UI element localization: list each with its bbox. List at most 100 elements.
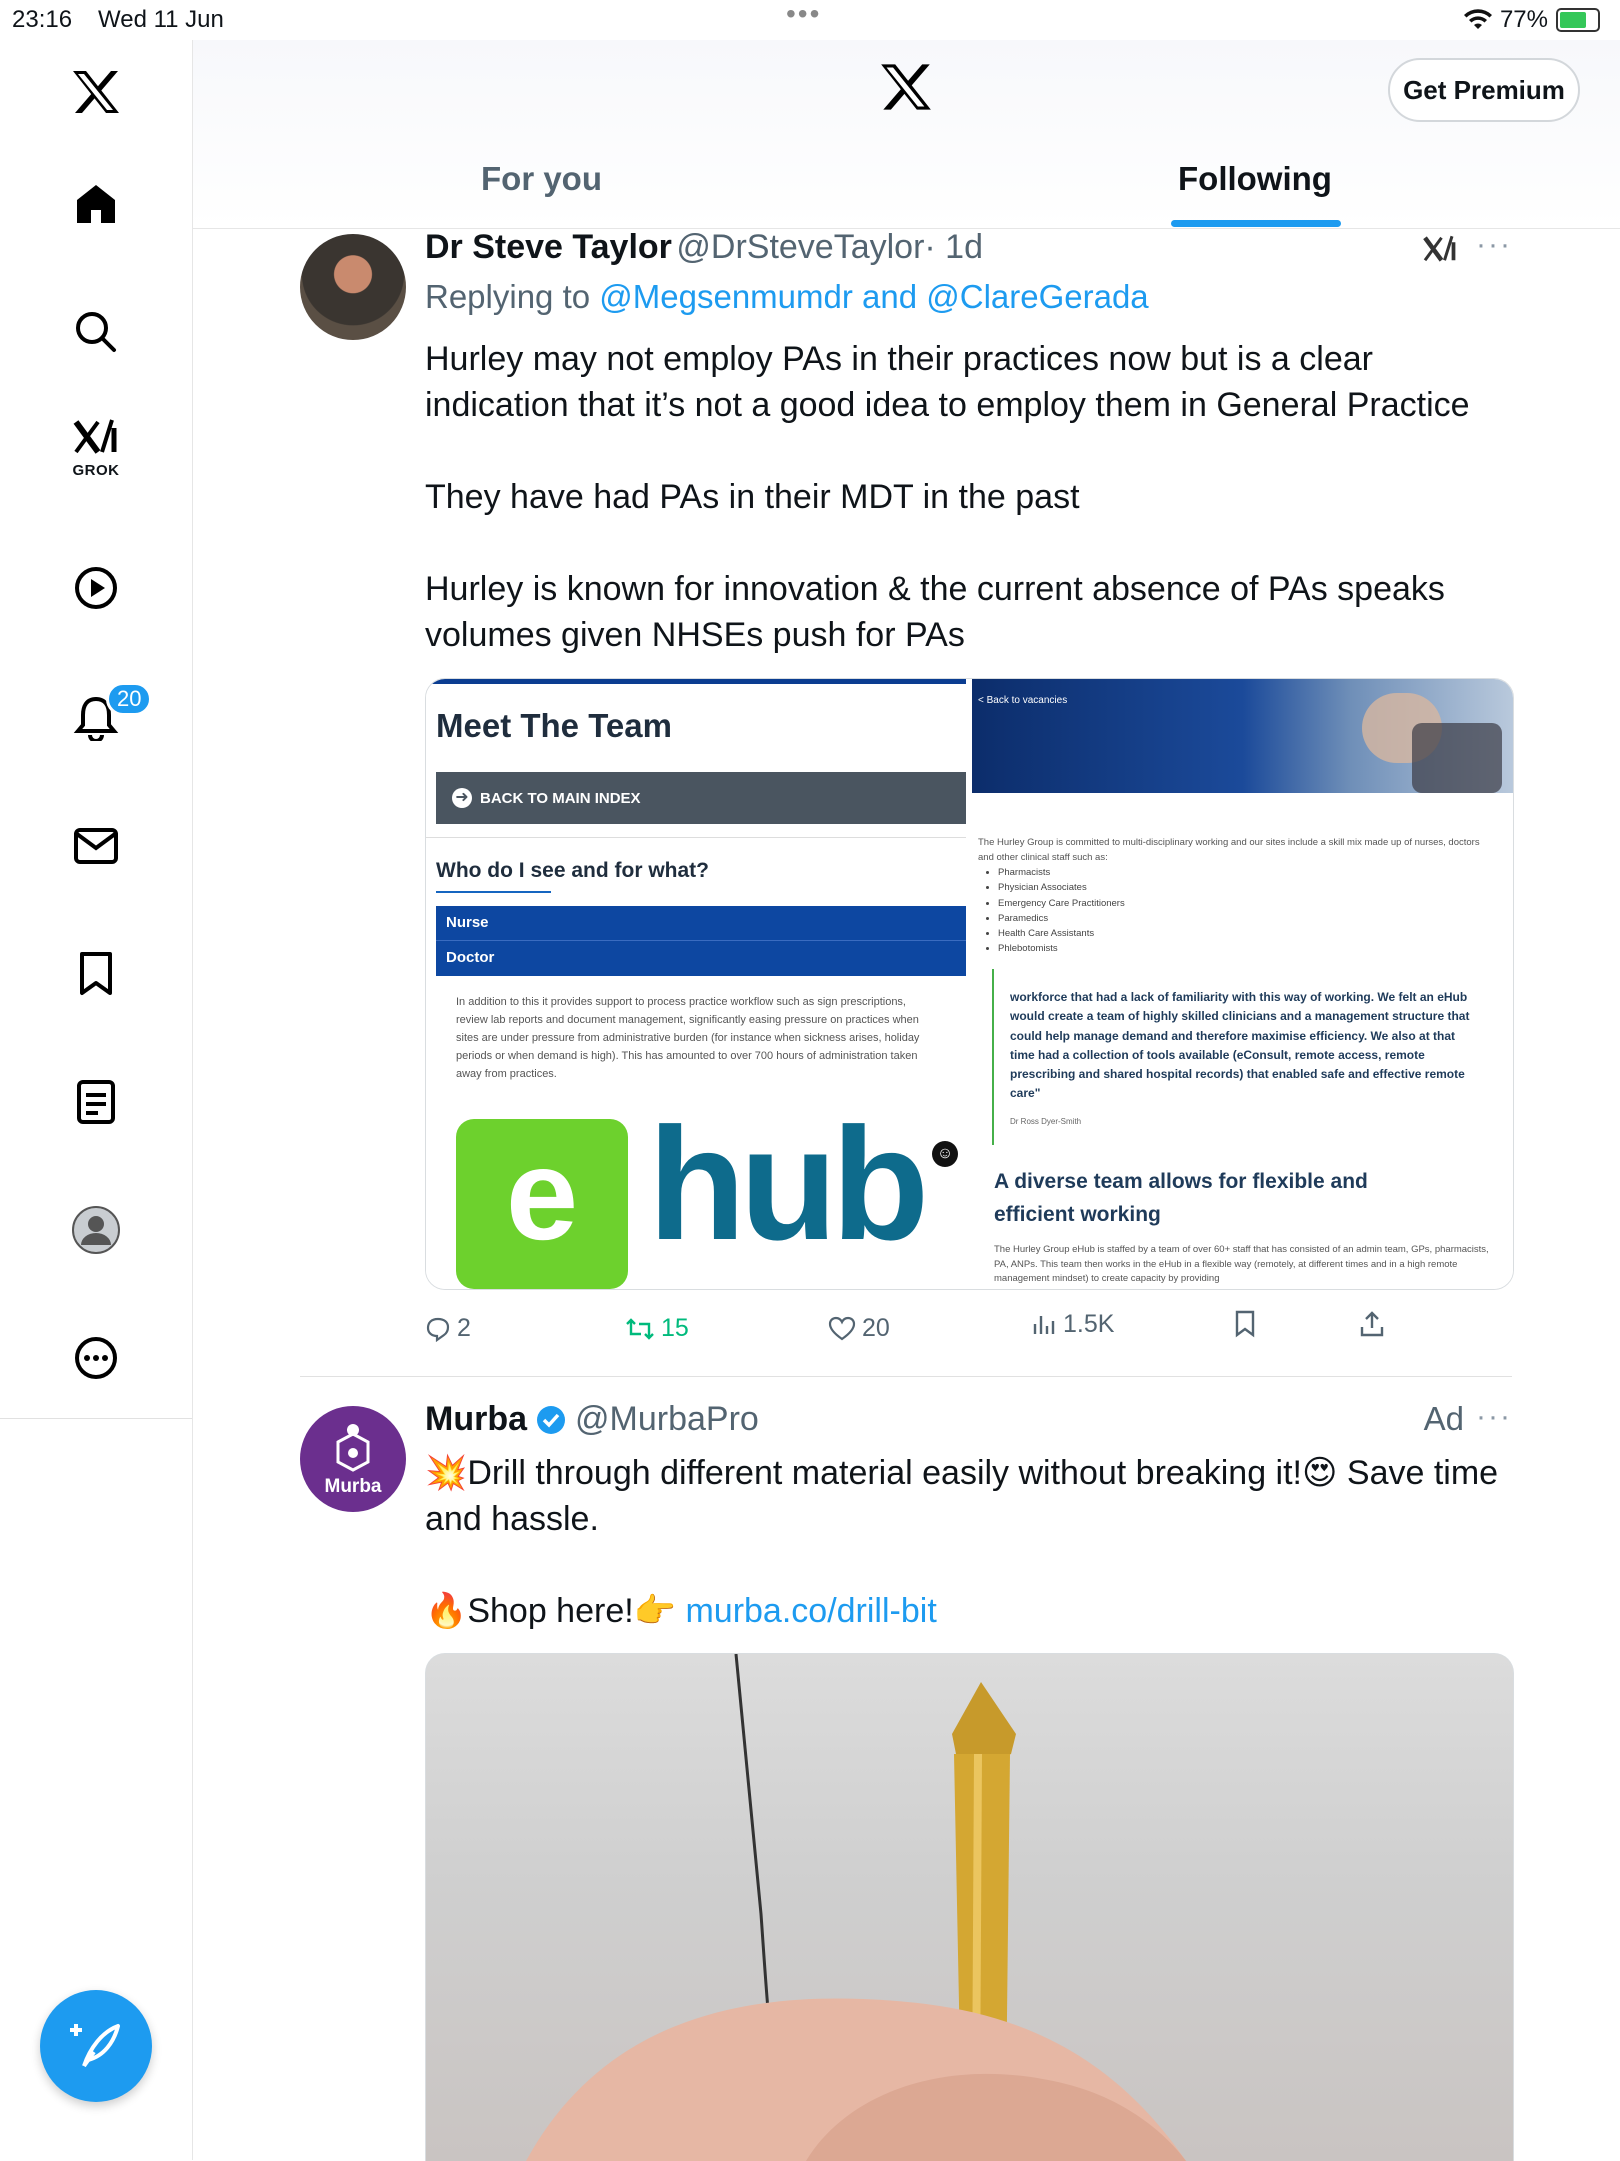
share-button[interactable] — [1359, 1310, 1385, 1338]
sidebar: GROK 20 — [0, 40, 193, 2160]
more-options-icon[interactable]: ··· — [1476, 1400, 1512, 1434]
bookmark-icon — [1235, 1310, 1255, 1338]
image-paragraph: In addition to this it provides support … — [456, 996, 920, 1080]
back-arrow-icon: ➜ — [452, 788, 472, 808]
sidebar-divider — [0, 1418, 192, 1419]
more-icon[interactable] — [66, 1328, 126, 1388]
x-logo-icon[interactable] — [66, 62, 126, 122]
views-icon — [1033, 1315, 1055, 1334]
image-quote-author: Dr Ross Dyer-Smith — [1010, 1117, 1082, 1126]
messages-icon[interactable] — [66, 816, 126, 876]
image-right: < Back to vacancies The Hurley Group is … — [972, 679, 1513, 1289]
tweet-paragraph: They have had PAs in their MDT in the pa… — [425, 478, 1080, 516]
tweet-paragraph: 🔥Shop here!👉 murba.co/drill-bit — [425, 1588, 1512, 1634]
reply-icon — [426, 1317, 450, 1342]
get-premium-button[interactable]: Get Premium — [1388, 58, 1580, 122]
share-icon — [1360, 1311, 1384, 1337]
image-bullet: Emergency Care Practitioners — [998, 896, 1125, 911]
image-banner: < Back to vacancies — [972, 679, 1513, 793]
bookmark-button[interactable] — [1234, 1310, 1256, 1338]
heart-icon — [828, 1316, 856, 1340]
profile-icon[interactable] — [66, 1200, 126, 1260]
view-count: 1.5K — [1063, 1310, 1115, 1338]
video-icon[interactable] — [66, 558, 126, 618]
tweet-header: Dr Steve Taylor @DrSteveTaylor· 1d — [425, 228, 983, 267]
drill-bit-illustration — [526, 1654, 1186, 2161]
active-tab-indicator — [1171, 220, 1341, 227]
home-icon[interactable] — [66, 174, 126, 234]
ad-video[interactable] — [425, 1653, 1514, 2161]
image-footer-text: The Hurley Group eHub is staffed by a te… — [994, 1244, 1489, 1284]
battery-icon — [1556, 8, 1600, 32]
like-button[interactable]: 20 — [828, 1314, 890, 1343]
repost-button[interactable]: 15 — [625, 1314, 689, 1343]
tweet-text: 💥Drill through different material easily… — [425, 1450, 1512, 1634]
more-options-icon[interactable]: ··· — [1476, 228, 1512, 262]
tweet-text: Hurley may not employ PAs in their pract… — [425, 336, 1512, 704]
reply-button[interactable]: 2 — [425, 1314, 471, 1343]
accessibility-icon: ☺ — [932, 1141, 958, 1167]
tweet-actions: 2 15 20 1.5K — [425, 1310, 1425, 1350]
image-role: Nurse — [446, 914, 489, 931]
tweet-separator — [300, 1376, 1512, 1377]
avatar[interactable]: Murba — [300, 1406, 406, 1512]
compose-post-button[interactable] — [40, 1990, 152, 2102]
ad-label: Ad — [1423, 1400, 1464, 1437]
tweet-paragraph: Hurley may not employ PAs in their pract… — [425, 340, 1470, 424]
murba-avatar-label: Murba — [324, 1476, 382, 1497]
x-logo-icon[interactable] — [879, 62, 933, 117]
verified-badge-icon — [537, 1405, 565, 1434]
image-title: Meet The Team — [436, 707, 672, 744]
image-back-button: ➜ BACK TO MAIN INDEX — [436, 772, 966, 824]
image-left: Meet The Team ➜ BACK TO MAIN INDEX Who d… — [426, 679, 966, 1289]
shop-text: 🔥Shop here!👉 — [425, 1592, 686, 1630]
author-name[interactable]: Murba — [425, 1400, 527, 1439]
ehub-logo-e: e — [456, 1119, 628, 1289]
replying-to-link[interactable]: @Megsenmumdr and @ClareGerada — [599, 278, 1148, 315]
status-time: 23:16 — [12, 6, 73, 33]
tweet-time[interactable]: · 1d — [924, 228, 983, 266]
image-bullet: Physician Associates — [998, 880, 1125, 895]
repost-icon — [626, 1317, 654, 1340]
author-name[interactable]: Dr Steve Taylor — [425, 228, 672, 266]
avatar[interactable] — [300, 234, 406, 340]
image-back-label: BACK TO MAIN INDEX — [480, 789, 641, 807]
tweet-paragraph: Hurley is known for innovation & the cur… — [425, 570, 1445, 654]
image-role-list: Nurse Doctor — [436, 906, 966, 976]
like-count: 20 — [862, 1314, 890, 1342]
grok-icon[interactable]: GROK — [66, 419, 126, 484]
views-button[interactable]: 1.5K — [1031, 1310, 1114, 1339]
image-role-bullets: Pharmacists Physician Associates Emergen… — [958, 865, 1125, 957]
multitasking-dots-icon[interactable]: ••• — [786, 0, 821, 28]
tweet-image[interactable]: Meet The Team ➜ BACK TO MAIN INDEX Who d… — [425, 678, 1514, 1290]
image-role: Doctor — [446, 949, 495, 966]
repost-count: 15 — [661, 1314, 689, 1342]
grok-label: GROK — [72, 462, 120, 479]
image-bullet: Phlebotomists — [998, 941, 1125, 956]
image-bullet: Health Care Assistants — [998, 926, 1125, 941]
notifications-icon[interactable]: 20 — [66, 682, 153, 748]
wifi-icon — [1463, 9, 1492, 29]
shop-link[interactable]: murba.co/drill-bit — [685, 1592, 936, 1630]
image-question: Who do I see and for what? — [436, 859, 709, 882]
search-icon[interactable] — [66, 302, 126, 362]
author-handle[interactable]: @DrSteveTaylor — [676, 228, 924, 266]
battery-percent: 77% — [1499, 6, 1548, 33]
tab-for-you[interactable]: For you — [481, 160, 602, 198]
replying-to: Replying to @Megsenmumdr and @ClareGerad… — [425, 278, 1149, 316]
bookmarks-icon[interactable] — [66, 944, 126, 1004]
image-bullet: Pharmacists — [998, 865, 1125, 880]
image-heading: A diverse team allows for flexible and e… — [994, 1170, 1368, 1226]
status-date: Wed 11 Jun — [98, 6, 224, 33]
compose-feather-icon — [70, 2024, 120, 2068]
author-handle[interactable]: @MurbaPro — [575, 1400, 759, 1439]
reply-count: 2 — [457, 1314, 471, 1342]
ehub-logo-hub: hub — [648, 1094, 929, 1273]
image-intro: The Hurley Group is committed to multi-d… — [978, 837, 1480, 863]
tab-following[interactable]: Following — [1178, 160, 1332, 198]
image-quote: workforce that had a lack of familiarity… — [1010, 990, 1470, 1101]
lists-icon[interactable] — [66, 1072, 126, 1132]
status-bar: 23:16 Wed 11 Jun ••• 77% — [0, 0, 1620, 40]
notification-badge: 20 — [106, 682, 153, 716]
grok-explain-icon[interactable] — [1422, 232, 1458, 271]
